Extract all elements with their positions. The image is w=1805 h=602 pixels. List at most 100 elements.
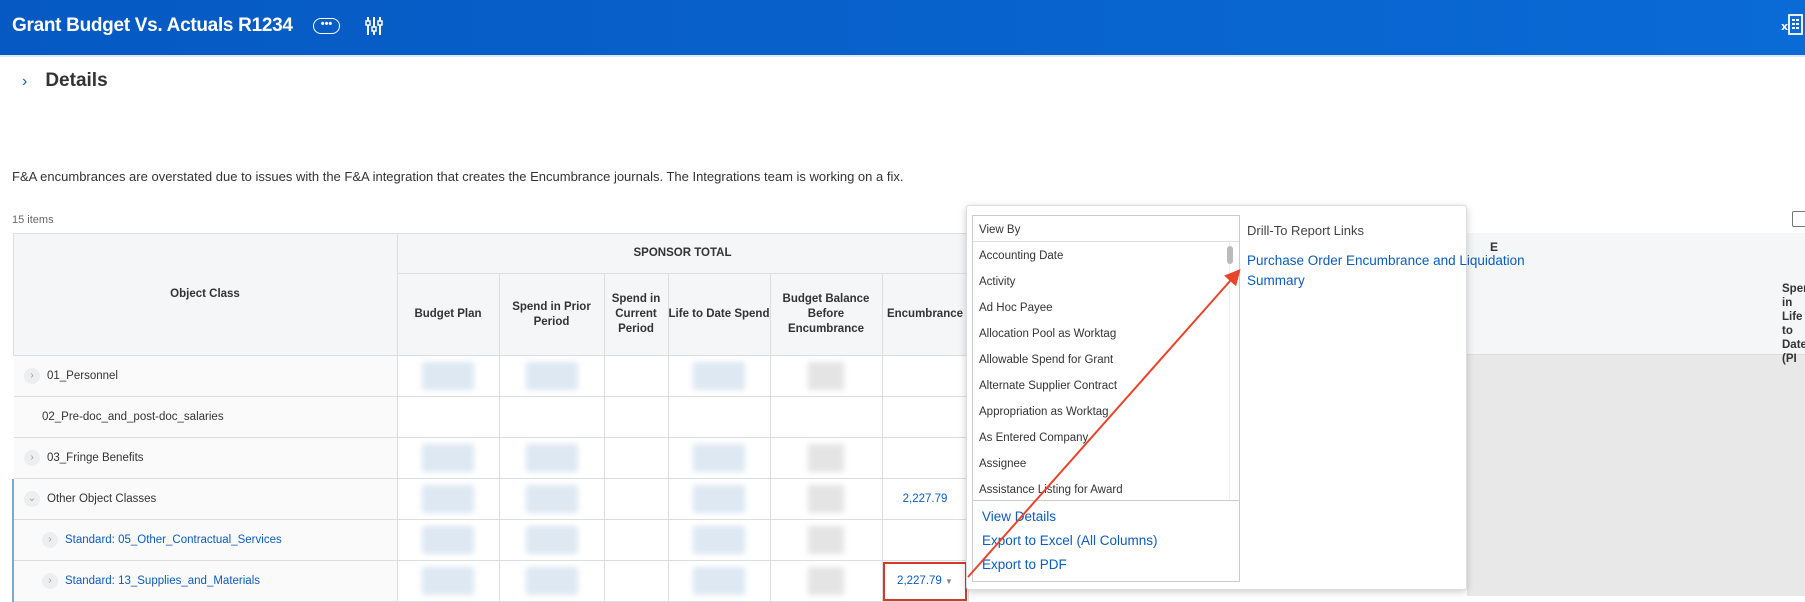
encumbrance-cell (881, 437, 969, 479)
object-class-cell[interactable]: › 01_Personnel (13, 355, 398, 397)
row-label: Other Object Classes (47, 493, 157, 506)
details-toggle[interactable]: › Details (22, 70, 108, 92)
redacted-cell (769, 478, 883, 520)
object-class-cell[interactable]: ⌄ Other Object Classes (12, 478, 398, 520)
table-row: 02_Pre-doc_and_post-doc_salaries (13, 396, 969, 438)
expand-icon[interactable]: › (24, 450, 40, 466)
redacted-cell (498, 519, 605, 561)
view-by-item[interactable]: Appropriation as Worktag (973, 398, 1239, 424)
scrollbar-thumb[interactable] (1227, 246, 1233, 264)
table-row: › Standard: 05_Other_Contractual_Services (12, 519, 969, 561)
view-by-item[interactable]: Assignee (973, 450, 1239, 476)
details-label: Details (45, 70, 108, 91)
redacted-cell (396, 519, 500, 561)
expand-icon[interactable]: › (24, 368, 40, 384)
empty-cell (603, 355, 669, 397)
action-links: View Details Export to Excel (All Column… (973, 500, 1239, 581)
empty-cell (603, 437, 669, 479)
object-class-cell[interactable]: › Standard: 13_Supplies_and_Materials (12, 560, 398, 602)
view-by-item[interactable]: Activity (973, 268, 1239, 294)
view-by-panel: View By Accounting Date Activity Ad Hoc … (972, 215, 1240, 582)
dropdown-caret-icon[interactable]: ▼ (945, 577, 953, 586)
redacted-cell (769, 437, 883, 479)
column-header[interactable]: Spend in Prior Period (498, 273, 605, 356)
chevron-right-icon: › (22, 73, 28, 90)
page-header: Grant Budget Vs. Actuals R1234 ••• x (0, 0, 1805, 57)
column-header[interactable]: Encumbrance (881, 273, 969, 356)
redacted-cell (498, 355, 605, 397)
view-by-item[interactable]: As Entered Company (973, 424, 1239, 450)
column-header[interactable]: Life to Date Spend (667, 273, 771, 356)
row-label: 02_Pre-doc_and_post-doc_salaries (42, 411, 224, 423)
encumbrance-cell (881, 355, 969, 397)
table-layout-icon[interactable] (1792, 211, 1805, 227)
view-by-item[interactable]: Assistance Listing for Award (973, 476, 1239, 500)
encumbrance-cell-selected[interactable]: 2,227.79 ▼ (881, 560, 969, 602)
empty-cell (603, 560, 669, 602)
redacted-cell (769, 560, 883, 602)
empty-cell (603, 396, 669, 438)
expand-icon[interactable]: › (42, 573, 58, 589)
svg-text:x: x (1781, 20, 1788, 33)
redacted-cell (396, 478, 500, 520)
redacted-cell (667, 478, 771, 520)
empty-cell (769, 396, 883, 438)
info-message: F&A encumbrances are overstated due to i… (12, 169, 904, 184)
redacted-cell (667, 560, 771, 602)
empty-cell (396, 396, 500, 438)
column-header-object-class[interactable]: Object Class (12, 233, 398, 356)
row-label-link[interactable]: Standard: 13_Supplies_and_Materials (65, 575, 260, 587)
budget-table: Object Class SPONSOR TOTAL Budget Plan S… (12, 233, 969, 602)
column-header[interactable]: Budget Plan (396, 273, 500, 356)
scrollbar-track[interactable] (1229, 242, 1239, 500)
encumbrance-cell (881, 519, 969, 561)
view-by-list[interactable]: Accounting Date Activity Ad Hoc Payee Al… (973, 242, 1239, 500)
redacted-cell (498, 478, 605, 520)
view-by-item[interactable]: Alternate Supplier Contract (973, 372, 1239, 398)
sliders-icon[interactable] (365, 15, 383, 37)
redacted-cell (667, 437, 771, 479)
redacted-cell (498, 437, 605, 479)
redacted-cell (769, 355, 883, 397)
drill-to-report-link[interactable]: Purchase Order Encumbrance and Liquidati… (1247, 251, 1537, 291)
table-row: › 01_Personnel (13, 355, 969, 397)
empty-cell (603, 478, 669, 520)
partial-column-header: Spend in Life to Date (PI (1782, 283, 1805, 365)
view-by-item[interactable]: Allowable Spend for Grant (973, 346, 1239, 372)
page-title: Grant Budget Vs. Actuals R1234 (12, 15, 293, 36)
export-pdf-link[interactable]: Export to PDF (982, 557, 1239, 581)
object-class-cell[interactable]: › 03_Fringe Benefits (13, 437, 398, 479)
related-actions-popup: View By Accounting Date Activity Ad Hoc … (966, 205, 1525, 590)
view-by-item[interactable]: Allocation Pool as Worktag (973, 320, 1239, 346)
column-header[interactable]: Spend in Current Period (603, 273, 669, 356)
export-excel-link[interactable]: Export to Excel (All Columns) (982, 533, 1239, 557)
object-class-cell[interactable]: › Standard: 05_Other_Contractual_Services (12, 519, 398, 561)
empty-cell (603, 519, 669, 561)
view-details-link[interactable]: View Details (982, 509, 1239, 533)
redacted-cell (498, 560, 605, 602)
redacted-cell (667, 519, 771, 561)
redacted-cell (396, 437, 500, 479)
encumbrance-cell (881, 396, 969, 438)
redacted-cell (396, 560, 500, 602)
row-label-link[interactable]: Standard: 05_Other_Contractual_Services (65, 534, 282, 546)
collapse-icon[interactable]: ⌄ (24, 491, 40, 507)
excel-icon[interactable]: x (1781, 13, 1805, 37)
redacted-cell (667, 355, 771, 397)
object-class-cell: 02_Pre-doc_and_post-doc_salaries (13, 396, 398, 438)
column-header[interactable]: Budget Balance Before Encumbrance (769, 273, 883, 356)
group-header-sponsor-total: SPONSOR TOTAL (396, 233, 969, 274)
item-count: 15 items (12, 214, 54, 226)
view-by-header: View By (973, 216, 1239, 242)
ellipsis-icon[interactable]: ••• (313, 18, 340, 34)
view-by-item[interactable]: Ad Hoc Payee (973, 294, 1239, 320)
redacted-cell (396, 355, 500, 397)
row-label: 03_Fringe Benefits (47, 452, 144, 465)
row-label: 01_Personnel (47, 370, 118, 383)
table-row: › 03_Fringe Benefits (13, 437, 969, 479)
encumbrance-value[interactable]: 2,227.79 (897, 575, 942, 587)
expand-icon[interactable]: › (42, 532, 58, 548)
view-by-item[interactable]: Accounting Date (973, 242, 1239, 268)
encumbrance-cell[interactable]: 2,227.79 (881, 478, 969, 520)
empty-cell (667, 396, 771, 438)
